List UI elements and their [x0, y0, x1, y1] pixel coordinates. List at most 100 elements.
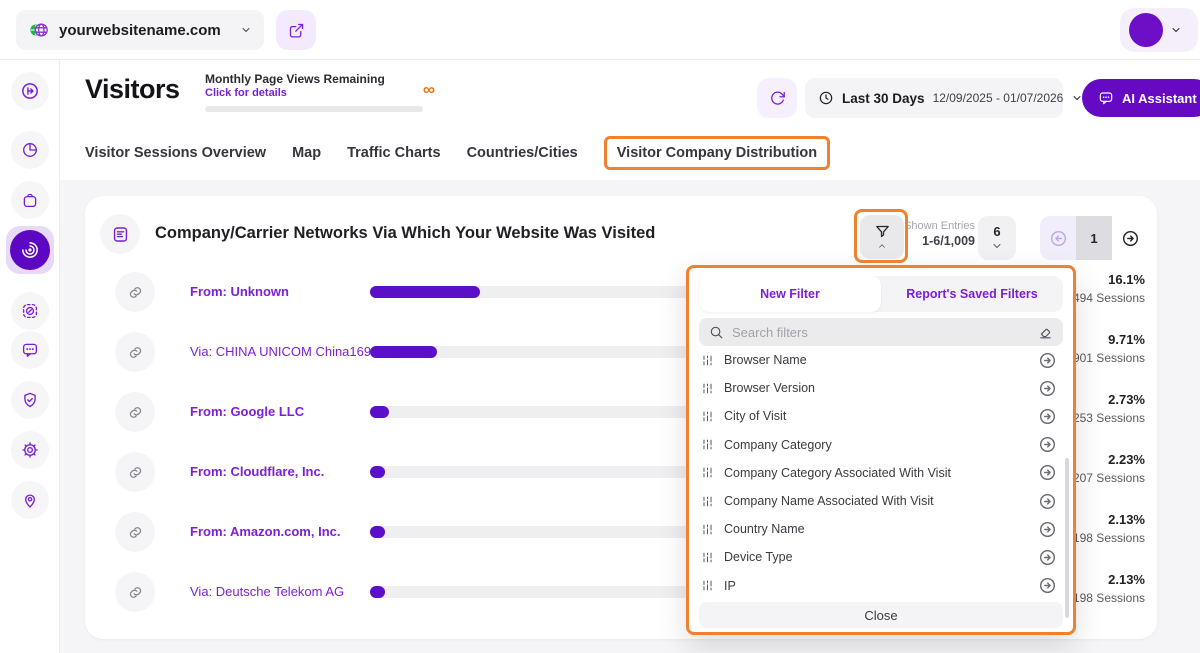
filter-item-company-name-associated-with-visit[interactable]: Company Name Associated With Visit — [699, 487, 1059, 515]
sidebar-item-visitors[interactable] — [6, 226, 54, 274]
arrow-right-circle-icon[interactable] — [1038, 548, 1057, 567]
bag-icon — [21, 191, 39, 209]
sliders-icon — [701, 579, 714, 592]
filter-search-input[interactable] — [732, 324, 1030, 340]
sidebar-item-collapse-panel[interactable] — [11, 72, 49, 110]
record-icon — [21, 302, 39, 320]
sidebar — [0, 60, 60, 653]
account-menu[interactable] — [1120, 8, 1198, 52]
funnel-icon — [874, 223, 891, 240]
company-link[interactable]: From: Amazon.com, Inc. — [190, 524, 340, 539]
refresh-icon — [769, 90, 786, 107]
sessions-value: 198 Sessions — [1072, 531, 1145, 545]
next-page-button[interactable] — [1112, 216, 1148, 260]
shown-entries-range: 1-6/1,009 — [922, 234, 975, 248]
date-range: 12/09/2025 - 01/07/2026 — [932, 91, 1064, 105]
filter-item-label: Device Type — [724, 550, 793, 565]
sidebar-item-recordings[interactable] — [11, 292, 49, 330]
chevron-down-icon — [240, 24, 252, 36]
session-bar-fill — [370, 286, 480, 298]
arrow-right-circle-icon[interactable] — [1038, 435, 1057, 454]
percent-value: 2.13% — [1108, 512, 1145, 527]
page-size-value: 6 — [993, 224, 1001, 239]
filter-tab-new-filter[interactable]: New Filter — [699, 276, 881, 312]
row-stats: 9.71% 901 Sessions — [1073, 332, 1145, 365]
eraser-icon[interactable] — [1038, 325, 1053, 340]
date-range-picker[interactable]: Last 30 Days 12/09/2025 - 01/07/2026 — [805, 78, 1081, 118]
sliders-icon — [701, 438, 714, 451]
page-views-quota: Monthly Page Views Remaining Click for d… — [205, 72, 435, 112]
arrow-right-circle-icon[interactable] — [1038, 407, 1057, 426]
sessions-value: 207 Sessions — [1072, 471, 1145, 485]
percent-value: 9.71% — [1108, 332, 1145, 347]
quota-details-link[interactable]: Click for details — [205, 87, 423, 99]
filter-item-ip[interactable]: IP — [699, 572, 1059, 600]
company-link[interactable]: From: Cloudflare, Inc. — [190, 464, 324, 479]
external-link-icon — [288, 22, 305, 39]
row-stats: 2.73% 253 Sessions — [1073, 392, 1145, 425]
filter-list-scrollbar[interactable] — [1065, 458, 1069, 618]
sidebar-item-settings[interactable] — [11, 431, 49, 469]
company-link[interactable]: From: Unknown — [190, 284, 289, 299]
filter-item-browser-name[interactable]: Browser Name — [699, 346, 1059, 374]
pin-icon — [21, 491, 39, 509]
percent-value: 2.73% — [1108, 392, 1145, 407]
tab-countries-cities[interactable]: Countries/Cities — [467, 145, 578, 161]
arrow-right-circle-icon[interactable] — [1038, 520, 1057, 539]
chevron-down-icon — [991, 240, 1003, 252]
sidebar-item-feedback[interactable] — [11, 331, 49, 369]
row-stats: 2.13% 198 Sessions — [1073, 572, 1145, 605]
chevron-up-icon — [877, 241, 887, 251]
company-link[interactable]: From: Google LLC — [190, 404, 304, 419]
page-size-select[interactable]: 6 — [978, 216, 1016, 260]
filter-button[interactable] — [860, 215, 904, 259]
tab-visitor-company-distribution[interactable]: Visitor Company Distribution — [617, 145, 817, 161]
filter-item-city-of-visit[interactable]: City of Visit — [699, 402, 1059, 430]
website-globe-icon — [28, 19, 50, 41]
filter-item-label: Country Name — [724, 522, 805, 537]
sliders-icon — [701, 495, 714, 508]
arrow-right-circle-icon[interactable] — [1038, 576, 1057, 595]
sessions-value: 901 Sessions — [1072, 351, 1145, 365]
sliders-icon — [701, 354, 714, 367]
row-stats: 2.23% 207 Sessions — [1073, 452, 1145, 485]
filter-tab-report-s-saved-filters[interactable]: Report's Saved Filters — [881, 276, 1063, 312]
infinity-value: ∞ — [422, 80, 435, 99]
arrow-right-circle-icon[interactable] — [1038, 492, 1057, 511]
page-title: Visitors — [85, 74, 180, 104]
arrow-right-circle-icon[interactable] — [1038, 379, 1057, 398]
arrow-right-circle-icon[interactable] — [1038, 351, 1057, 370]
sessions-value: 198 Sessions — [1072, 591, 1145, 605]
previous-page-button[interactable] — [1040, 216, 1076, 260]
tab-visitor-sessions-overview[interactable]: Visitor Sessions Overview — [85, 145, 266, 161]
filter-item-country-name[interactable]: Country Name — [699, 515, 1059, 543]
ai-assistant-button[interactable]: AI Assistant — [1082, 79, 1200, 117]
arrow-right-circle-icon[interactable] — [1038, 463, 1057, 482]
sidebar-item-ecommerce[interactable] — [11, 181, 49, 219]
website-selector[interactable]: yourwebsitename.com — [16, 10, 264, 50]
sidebar-item-dashboard[interactable] — [11, 131, 49, 169]
filter-item-company-category[interactable]: Company Category — [699, 431, 1059, 459]
filter-item-company-category-associated-with-visit[interactable]: Company Category Associated With Visit — [699, 459, 1059, 487]
close-filter-button[interactable]: Close — [699, 602, 1063, 628]
quota-label: Monthly Page Views Remaining — [205, 72, 385, 86]
current-page[interactable]: 1 — [1076, 216, 1112, 260]
filter-search[interactable] — [699, 318, 1063, 346]
sliders-icon — [701, 551, 714, 564]
tab-map[interactable]: Map — [292, 145, 321, 161]
website-name: yourwebsitename.com — [59, 21, 221, 39]
filter-item-browser-version[interactable]: Browser Version — [699, 374, 1059, 402]
company-link[interactable]: Via: Deutsche Telekom AG — [190, 584, 344, 599]
open-website-button[interactable] — [276, 10, 316, 50]
sliders-icon — [701, 410, 714, 423]
filter-item-device-type[interactable]: Device Type — [699, 543, 1059, 571]
percent-value: 2.13% — [1108, 572, 1145, 587]
sidebar-item-location[interactable] — [11, 481, 49, 519]
session-bar-fill — [370, 466, 385, 478]
sidebar-item-privacy[interactable] — [11, 381, 49, 419]
filter-item-label: Company Category — [724, 437, 832, 452]
top-bar: yourwebsitename.com — [0, 0, 1200, 60]
tab-traffic-charts[interactable]: Traffic Charts — [347, 145, 440, 161]
refresh-button[interactable] — [757, 78, 797, 118]
filter-item-label: Company Name Associated With Visit — [724, 494, 934, 509]
